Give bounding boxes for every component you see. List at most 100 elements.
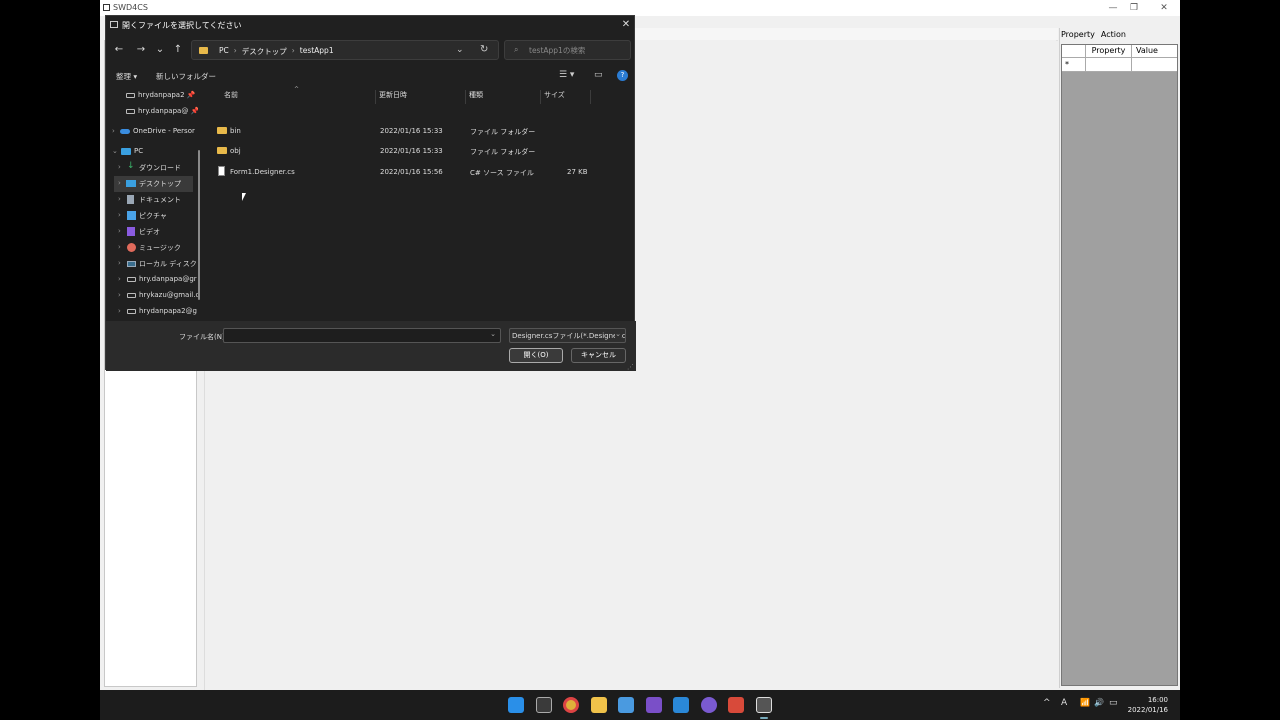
clock-time: 16:00 — [1147, 696, 1168, 704]
nav-item-desktop[interactable]: › デスクトップ — [114, 176, 193, 192]
store-icon[interactable] — [618, 697, 634, 713]
nav-item-videos[interactable]: › ビデオ — [106, 224, 198, 240]
column-header-property[interactable]: Property — [1086, 45, 1132, 57]
wifi-icon[interactable]: 📶 — [1080, 698, 1090, 707]
nav-item-onedrive[interactable]: › OneDrive - Persor — [106, 124, 198, 140]
column-header-type[interactable]: 種類 — [466, 90, 541, 104]
visual-studio-icon[interactable] — [646, 697, 662, 713]
column-header-modified[interactable]: 更新日時 — [376, 90, 466, 104]
chevron-right-icon[interactable]: › — [118, 227, 121, 235]
chevron-right-icon[interactable]: › — [118, 307, 121, 315]
nav-item-pc[interactable]: ⌄ PC — [106, 144, 198, 160]
chrome-icon[interactable] — [563, 697, 579, 713]
search-input[interactable] — [529, 44, 627, 57]
github-icon[interactable] — [701, 697, 717, 713]
breadcrumb-testapp1[interactable]: testApp1 — [300, 46, 334, 57]
dialog-footer: ファイル名(N): ⌄ Designer.csファイル(*.Designer.c… — [106, 321, 636, 371]
nav-pane-scrollbar[interactable] — [198, 150, 200, 300]
column-header-name[interactable]: 名前 — [205, 90, 376, 104]
navigation-bar: ← → ⌄ ↑ PC › デスクトップ › testApp1 ⌄ ↻ ⌕ — [106, 38, 636, 62]
file-name: Form1.Designer.cs — [230, 168, 295, 176]
preview-pane-icon[interactable]: ▭ — [594, 70, 603, 80]
close-button[interactable]: ✕ — [1157, 1, 1171, 15]
clock[interactable]: 16:00 2022/01/16 — [1122, 695, 1168, 715]
column-header-value[interactable]: Value — [1132, 45, 1177, 57]
task-view-icon[interactable] — [536, 697, 552, 713]
nav-item-hrydanpapa2-drive[interactable]: › hrydanpapa2@g — [106, 304, 198, 320]
breadcrumb-pc[interactable]: PC — [219, 46, 229, 57]
ime-icon[interactable]: A — [1061, 698, 1067, 708]
nav-item-hrykazu-drive[interactable]: › hrykazu@gmail.c — [106, 288, 198, 304]
search-box[interactable]: ⌕ — [504, 40, 631, 60]
chevron-down-icon[interactable]: ⌄ — [112, 147, 118, 155]
chevron-right-icon[interactable]: › — [118, 291, 121, 299]
up-arrow-icon[interactable]: ↑ — [170, 42, 186, 58]
table-row[interactable]: * — [1062, 58, 1177, 72]
resize-grip-icon[interactable]: ⋰ — [627, 363, 634, 371]
nav-item-local-disk[interactable]: › ローカル ディスク (C — [106, 256, 198, 272]
letterbox-right — [1180, 0, 1280, 720]
chevron-down-icon[interactable]: ⌄ — [456, 45, 464, 55]
nav-item-pictures[interactable]: › ピクチャ — [106, 208, 198, 224]
forward-arrow-icon[interactable]: → — [133, 42, 149, 58]
column-header-size[interactable]: サイズ — [541, 90, 591, 104]
open-button[interactable]: 開く(O) — [509, 348, 563, 363]
tab-action[interactable]: Action — [1100, 30, 1127, 42]
chevron-right-icon[interactable]: › — [112, 127, 115, 135]
new-folder-button[interactable]: 新しいフォルダー — [156, 71, 216, 82]
back-arrow-icon[interactable]: ← — [111, 42, 127, 58]
onedrive-icon — [120, 129, 130, 134]
dialog-app-icon — [110, 21, 118, 28]
filetype-select[interactable]: Designer.csファイル(*.Designer.cs) ⌄ — [509, 328, 626, 343]
file-type: C# ソース ファイル — [470, 169, 534, 177]
address-bar[interactable]: PC › デスクトップ › testApp1 ⌄ ↻ — [191, 40, 499, 60]
chevron-right-icon[interactable]: › — [118, 163, 121, 171]
nav-item-hry-danpapa-drive[interactable]: › hry.danpapa@gr — [106, 272, 198, 288]
clock-date: 2022/01/16 — [1127, 706, 1168, 714]
chevron-down-icon[interactable]: ⌄ — [615, 330, 621, 338]
organize-button[interactable]: 整理 ▾ — [116, 71, 137, 82]
swd4cs-app-icon[interactable] — [756, 697, 772, 713]
chevron-down-icon[interactable]: ⌄ — [490, 330, 496, 338]
help-icon[interactable]: ? — [617, 70, 628, 81]
nav-item-hry-danpapa-pinned[interactable]: hry.danpapa@ 📌 — [106, 104, 198, 120]
chevron-right-icon[interactable]: › — [118, 195, 121, 203]
active-app-indicator — [760, 717, 768, 719]
chevron-right-icon[interactable]: › — [118, 259, 121, 267]
nav-item-hrydanpapa2-pinned[interactable]: hrydanpapa2 📌 — [106, 88, 198, 104]
file-row-bin[interactable]: bin 2022/01/16 15:33 ファイル フォルダー — [213, 122, 633, 140]
command-bar: 整理 ▾ 新しいフォルダー ☰ ▾ ▭ ? — [106, 68, 636, 84]
breadcrumb-desktop[interactable]: デスクトップ — [242, 46, 287, 57]
vscode-icon[interactable] — [673, 697, 689, 713]
file-row-form1-designer[interactable]: Form1.Designer.cs 2022/01/16 15:56 C# ソー… — [213, 163, 633, 181]
tray-chevron-icon[interactable]: ^ — [1043, 698, 1051, 708]
volume-icon[interactable]: 🔊 — [1094, 698, 1104, 707]
chevron-right-icon[interactable]: › — [118, 243, 121, 251]
filename-label: ファイル名(N): — [179, 333, 228, 341]
file-row-obj[interactable]: obj 2022/01/16 15:33 ファイル フォルダー — [213, 142, 633, 160]
chevron-right-icon[interactable]: › — [118, 211, 121, 219]
nav-item-music[interactable]: › ミュージック — [106, 240, 198, 256]
music-icon — [127, 243, 136, 252]
cancel-button[interactable]: キャンセル — [571, 348, 626, 363]
view-options-icon[interactable]: ☰ ▾ — [559, 70, 574, 80]
nav-item-documents[interactable]: › ドキュメント — [106, 192, 198, 208]
restore-button[interactable]: ❐ — [1127, 1, 1141, 15]
refresh-icon[interactable]: ↻ — [480, 44, 488, 55]
chevron-right-icon[interactable]: › — [118, 179, 121, 187]
filename-combobox[interactable]: ⌄ — [223, 328, 501, 343]
property-grid[interactable]: Property Value * — [1061, 44, 1178, 686]
windows-start-icon[interactable] — [508, 697, 524, 713]
office-icon[interactable] — [728, 697, 744, 713]
minimize-button[interactable]: — — [1106, 1, 1120, 15]
recent-locations-icon[interactable]: ⌄ — [152, 42, 168, 58]
nav-item-downloads[interactable]: › ↓ ダウンロード — [106, 160, 198, 176]
app-icon — [103, 4, 110, 11]
battery-icon[interactable]: ▭ — [1109, 698, 1118, 708]
chevron-right-icon[interactable]: › — [118, 275, 121, 283]
filename-input[interactable] — [227, 330, 487, 341]
file-explorer-icon[interactable] — [591, 697, 607, 713]
letterbox-left — [0, 0, 100, 720]
dialog-close-button[interactable]: ✕ — [619, 18, 633, 32]
tab-property[interactable]: Property — [1060, 30, 1096, 42]
